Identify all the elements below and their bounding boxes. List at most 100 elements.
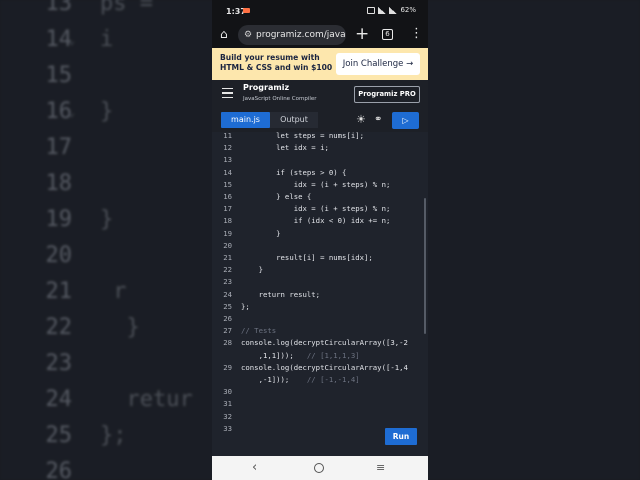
hamburger-icon[interactable] bbox=[222, 88, 233, 98]
url-text: programiz.com/javasc bbox=[256, 30, 346, 40]
code-text: result[i] = nums[idx]; bbox=[241, 253, 373, 262]
line-number: 28 bbox=[223, 338, 232, 348]
screen: 13ps =14⌄i15 eps) % n;16⌄}17 eps) % n;18… bbox=[0, 0, 640, 480]
code-text: } bbox=[241, 265, 263, 275]
code-text: let steps = nums[i]; bbox=[241, 132, 365, 140]
line-number: 14 bbox=[223, 167, 232, 177]
line-number: 13 bbox=[223, 155, 232, 165]
share-icon[interactable]: ⚭ bbox=[374, 114, 382, 126]
code-line: 13 bbox=[212, 154, 422, 166]
code-text: } bbox=[241, 228, 281, 238]
join-challenge-button[interactable]: Join Challenge → bbox=[336, 53, 420, 75]
line-number: 26 bbox=[223, 314, 232, 323]
code-text: ,1,1])); // [1,1,1,3] bbox=[241, 350, 360, 362]
line-number: 23 bbox=[223, 277, 232, 287]
notification-icon bbox=[367, 6, 376, 14]
run-play-button[interactable]: ▷ bbox=[392, 112, 419, 129]
code-line: 24 return result; bbox=[212, 289, 422, 301]
line-number: 18 bbox=[223, 216, 232, 226]
back-icon[interactable]: ‹ bbox=[252, 460, 257, 476]
status-bar: 1:37 62% bbox=[212, 0, 428, 22]
code-text: } else { bbox=[241, 192, 312, 201]
promo-banner: Build your resume with HTML & CSS and wi… bbox=[212, 48, 428, 80]
site-header: Programiz JavaScript Online Compiler Pro… bbox=[212, 80, 428, 108]
line-number: 16 bbox=[223, 192, 232, 201]
code-line: 11 let steps = nums[i]; bbox=[212, 132, 422, 142]
line-number: 12 bbox=[223, 143, 232, 153]
site-logo[interactable]: Programiz bbox=[243, 83, 289, 92]
code-text: return result; bbox=[241, 289, 321, 299]
code-line: 23 bbox=[212, 276, 422, 288]
play-icon: ▷ bbox=[402, 116, 409, 125]
line-number: 17 bbox=[223, 204, 232, 214]
code-text: // Tests bbox=[241, 326, 277, 336]
code-line: 28 console.log(decryptCircularArray([3,-2 bbox=[212, 337, 422, 349]
phone-screen: 1:37 62% ⌂ ⚙ programiz.com/javasc + 6 ⋮ … bbox=[212, 0, 428, 480]
sun-icon[interactable]: ☀ bbox=[356, 114, 366, 126]
line-number: 15 bbox=[223, 179, 232, 189]
code-line: 22 } bbox=[212, 264, 422, 276]
code-line: 30 bbox=[212, 386, 422, 398]
wifi-icon bbox=[389, 6, 398, 14]
code-line: 15 idx = (i + steps) % n; bbox=[212, 179, 422, 191]
recents-icon[interactable]: ≡ bbox=[376, 461, 385, 475]
home-icon[interactable]: ⌂ bbox=[220, 28, 232, 40]
code-text: console.log(decryptCircularArray([-1,4 bbox=[241, 362, 408, 372]
code-comment: // [1,1,1,3] bbox=[306, 350, 360, 360]
signal-icon bbox=[378, 6, 387, 14]
line-number: 21 bbox=[223, 253, 232, 262]
code-line: 14 if (steps > 0) { bbox=[212, 167, 422, 179]
line-number: 27 bbox=[223, 326, 232, 336]
tune-icon[interactable]: ⚙ bbox=[244, 25, 252, 45]
line-number: 32 bbox=[223, 411, 232, 421]
site-subtitle: JavaScript Online Compiler bbox=[243, 96, 317, 102]
tab-output[interactable]: Output bbox=[270, 112, 318, 128]
code-line: 21 result[i] = nums[idx]; bbox=[212, 252, 422, 264]
code-line: 12 let idx = i; bbox=[212, 142, 422, 154]
code-comment: // [-1,-1,4] bbox=[306, 375, 360, 384]
code-line: 25}; bbox=[212, 301, 422, 313]
code-segment: ,1,1])); bbox=[241, 350, 307, 360]
code-line: 27 // Tests bbox=[212, 325, 422, 337]
tabs-icon[interactable]: 6 bbox=[382, 29, 393, 40]
code-text: if (steps > 0) { bbox=[241, 167, 347, 177]
line-number: 22 bbox=[223, 265, 232, 275]
code-text: idx = (i + steps) % n; bbox=[241, 204, 391, 214]
code-text: ,-1])); // [-1,-1,4] bbox=[241, 374, 360, 386]
line-number: 25 bbox=[223, 301, 232, 311]
circle-home-icon[interactable] bbox=[314, 463, 324, 473]
banner-text: Build your resume with HTML & CSS and wi… bbox=[220, 53, 333, 72]
code-line: 19 } bbox=[212, 228, 422, 240]
url-field[interactable]: ⚙ programiz.com/javasc bbox=[238, 25, 346, 45]
menu-icon[interactable]: ⋮ bbox=[410, 26, 423, 42]
code-text: }; bbox=[241, 301, 250, 311]
code-line: 26 bbox=[212, 313, 422, 325]
code-editor[interactable]: 11 let steps = nums[i]; 12 let idx = i; 13… bbox=[212, 132, 428, 456]
code-line: 16 } else { bbox=[212, 191, 422, 203]
status-icons: 62% bbox=[367, 6, 416, 14]
line-number: 20 bbox=[223, 240, 232, 250]
code-line: 29 console.log(decryptCircularArray([-1,4 bbox=[212, 362, 422, 374]
new-tab-plus-icon[interactable]: + bbox=[355, 24, 369, 44]
browser-toolbar: ⌂ ⚙ programiz.com/javasc + 6 ⋮ bbox=[212, 22, 428, 48]
line-number: 30 bbox=[223, 387, 232, 397]
editor-tabs: main.js Output ☀ ⚭ ▷ bbox=[212, 108, 428, 132]
line-number: 19 bbox=[223, 228, 232, 238]
code-line: 18 if (idx < 0) idx += n; bbox=[212, 215, 422, 227]
code-line: 31 bbox=[212, 398, 422, 410]
programiz-pro-button[interactable]: Programiz PRO bbox=[354, 86, 420, 103]
code-line: ,1,1])); // [1,1,1,3] bbox=[212, 350, 422, 362]
code-text: console.log(decryptCircularArray([3,-2 bbox=[241, 338, 408, 348]
run-button[interactable]: Run bbox=[385, 428, 417, 445]
editor-scrollbar[interactable] bbox=[424, 198, 426, 334]
code-line: ,-1])); // [-1,-1,4] bbox=[212, 374, 422, 386]
line-number: 33 bbox=[223, 423, 232, 433]
tab-main-js[interactable]: main.js bbox=[221, 112, 270, 128]
code-line: 20 bbox=[212, 240, 422, 252]
line-number: 29 bbox=[223, 362, 232, 372]
recording-icon bbox=[243, 8, 250, 13]
line-number: 11 bbox=[223, 132, 232, 140]
line-number: 31 bbox=[223, 399, 232, 409]
system-navigation-bar: ‹ ≡ bbox=[212, 456, 428, 480]
code-text: if (idx < 0) idx += n; bbox=[241, 216, 391, 226]
